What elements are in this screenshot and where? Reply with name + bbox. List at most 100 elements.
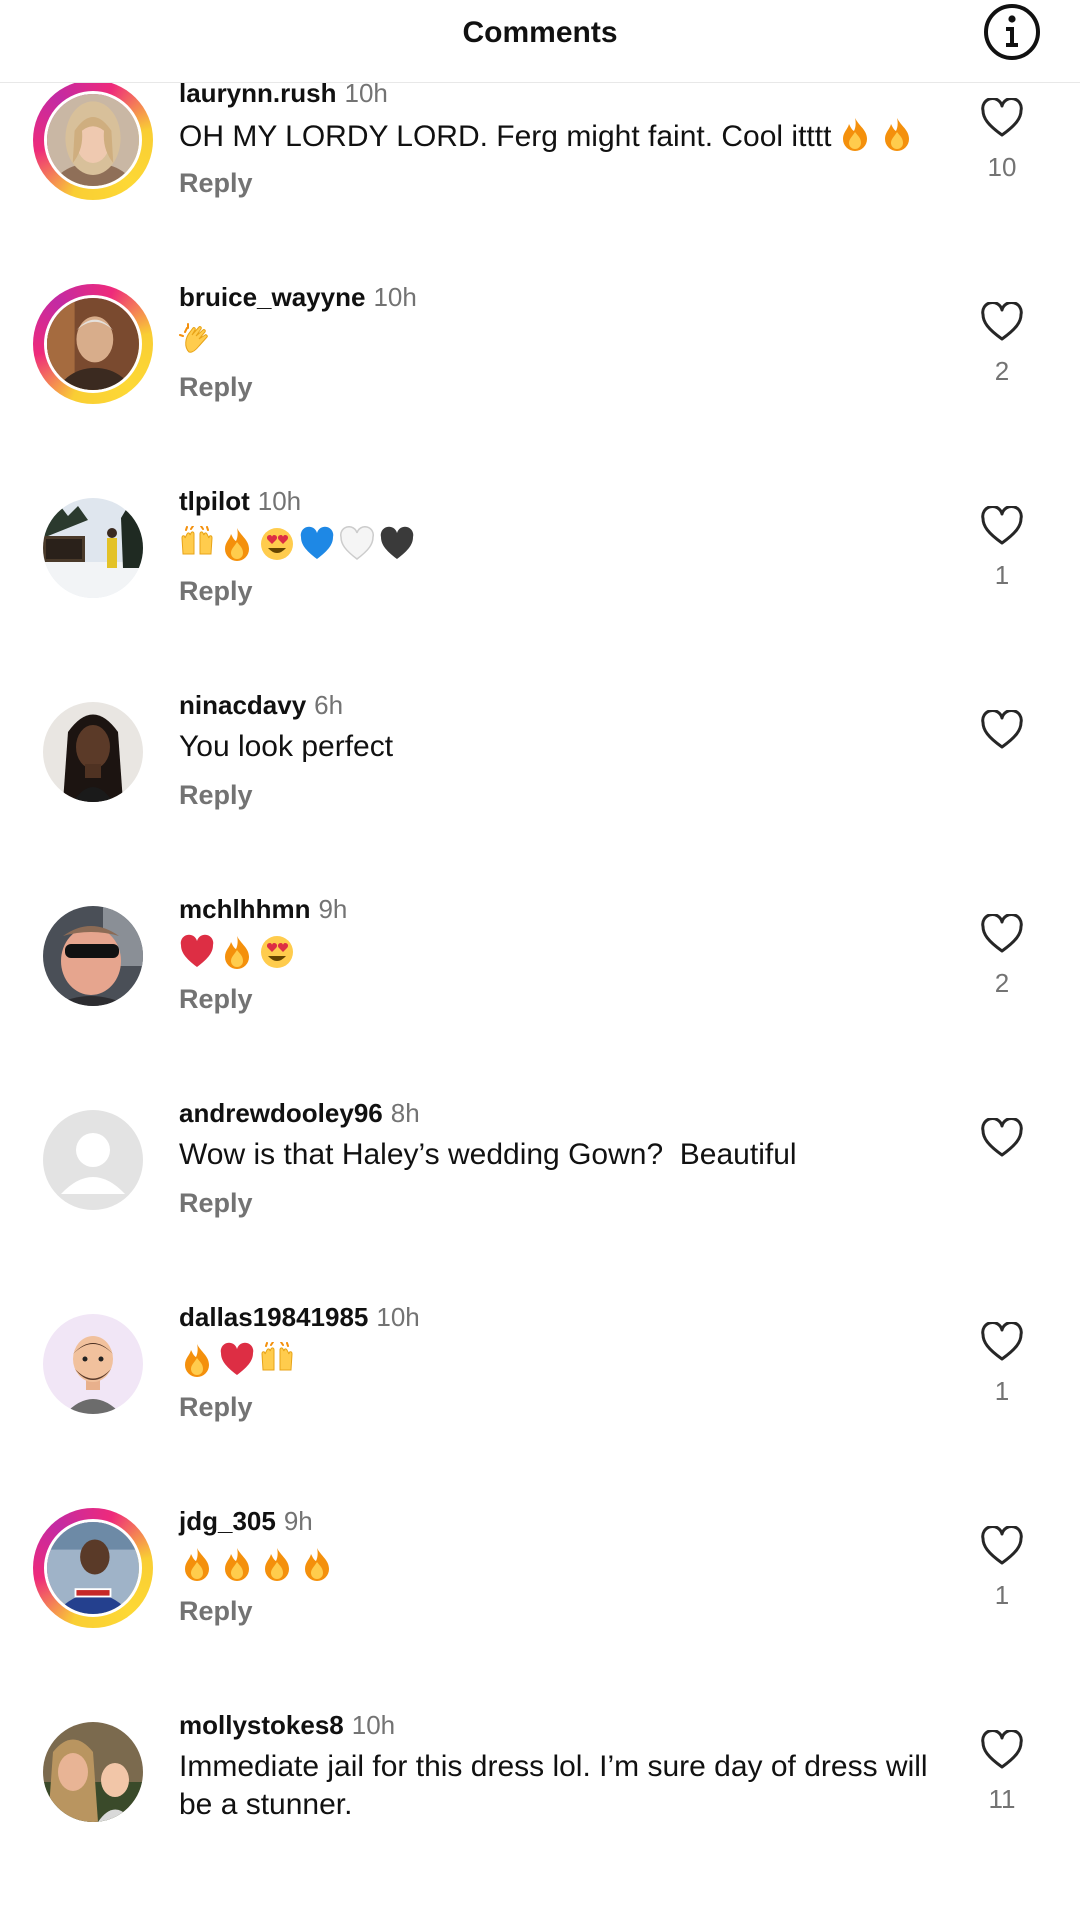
heart-icon[interactable] — [980, 1526, 1024, 1566]
avatar — [43, 906, 143, 1006]
comment-username[interactable]: mchlhhmn — [179, 894, 310, 924]
comment-username[interactable]: tlpilot — [179, 486, 250, 516]
comment-item: dallas19841985 10h Reply 1 — [0, 1302, 1080, 1506]
like-control: 1 — [977, 1322, 1027, 1422]
fire-icon — [879, 116, 915, 152]
heart-eyes-icon — [259, 526, 295, 566]
comment-time: 10h — [351, 1710, 396, 1740]
avatar-story-ring[interactable] — [33, 284, 153, 404]
like-count: 1 — [994, 560, 1010, 590]
clapping-hands-icon — [179, 322, 215, 362]
avatar-story-ring[interactable] — [33, 80, 153, 200]
fire-icon — [179, 1546, 215, 1586]
heart-icon[interactable] — [980, 914, 1024, 954]
heart-eyes-icon — [259, 934, 295, 974]
avatar-frame[interactable] — [33, 1712, 153, 1832]
avatar — [43, 1722, 143, 1822]
comment-username[interactable]: dallas19841985 — [179, 1302, 368, 1332]
black-heart-icon — [379, 526, 415, 566]
heart-icon[interactable] — [980, 98, 1024, 138]
avatar-story-ring[interactable] — [33, 1508, 153, 1628]
info-icon[interactable] — [982, 2, 1042, 62]
fire-icon — [179, 1342, 215, 1382]
reply-button[interactable]: Reply — [179, 1390, 253, 1424]
like-control — [977, 710, 1027, 810]
fire-icon — [219, 526, 255, 566]
comment-item: mollystokes8 10h Immediate jail for this … — [0, 1710, 1080, 1914]
heart-icon[interactable] — [980, 506, 1024, 546]
comment-meta: bruice_wayyne 10h — [179, 280, 417, 314]
red-heart-icon — [179, 934, 215, 974]
reply-button[interactable]: Reply — [179, 370, 253, 404]
avatar — [44, 295, 142, 393]
heart-icon[interactable] — [980, 1118, 1024, 1158]
comment-item: laurynn.rush 10h OH MY LORDY LORD. Ferg m… — [0, 78, 1080, 282]
fire-icon — [299, 1546, 335, 1586]
comment-username[interactable]: bruice_wayyne — [179, 282, 365, 312]
avatar-frame[interactable] — [33, 692, 153, 812]
comment-item: bruice_wayyne 10h Reply 2 — [0, 282, 1080, 486]
like-count: 11 — [988, 1784, 1016, 1814]
emoji-row — [179, 1342, 295, 1382]
reply-button[interactable]: Reply — [179, 574, 253, 608]
avatar — [43, 1314, 143, 1414]
comment-username[interactable]: ninacdavy — [179, 690, 306, 720]
emoji-row — [179, 526, 415, 566]
emoji-row — [179, 322, 215, 362]
comment-meta: jdg_305 9h — [179, 1504, 313, 1538]
fire-icon — [837, 116, 873, 152]
avatar-frame[interactable] — [33, 1100, 153, 1220]
comment-time: 10h — [376, 1302, 420, 1332]
like-control: 1 — [977, 506, 1027, 606]
comment-item: tlpilot 10h Reply 1 — [0, 486, 1080, 690]
comment-time: 10h — [373, 282, 417, 312]
heart-icon[interactable] — [980, 1730, 1024, 1770]
heart-icon[interactable] — [980, 710, 1024, 750]
comment-meta: dallas19841985 10h — [179, 1300, 420, 1334]
avatar — [43, 1110, 143, 1210]
comment-time: 6h — [314, 690, 344, 720]
heart-icon[interactable] — [980, 1322, 1024, 1362]
avatar — [44, 91, 142, 189]
reply-button[interactable]: Reply — [179, 982, 253, 1016]
heart-icon[interactable] — [980, 302, 1024, 342]
comment-time: 10h — [257, 486, 302, 516]
blue-heart-icon — [299, 526, 335, 566]
like-control: 11 — [977, 1730, 1027, 1830]
fire-icon — [219, 1546, 255, 1586]
comment-text-body: OH MY LORDY LORD. Ferg might faint. Cool… — [179, 120, 832, 153]
like-control: 2 — [977, 302, 1027, 402]
raising-hands-icon — [179, 526, 215, 566]
comment-username[interactable]: andrewdooley96 — [179, 1098, 383, 1128]
like-count: 1 — [994, 1376, 1010, 1406]
comment-time: 9h — [318, 894, 348, 924]
reply-button[interactable]: Reply — [179, 1186, 253, 1220]
comment-text: Wow is that Haley’s wedding Gown? Beauti… — [179, 1138, 797, 1171]
comment-item: jdg_305 9h Reply 1 — [0, 1506, 1080, 1710]
avatar-frame[interactable] — [33, 488, 153, 608]
comments-list: laurynn.rush 10h OH MY LORDY LORD. Ferg m… — [0, 0, 1080, 1855]
comment-meta: mchlhhmn 9h — [179, 892, 347, 926]
comment-username[interactable]: mollystokes8 — [179, 1710, 344, 1740]
white-heart-icon — [339, 526, 375, 566]
fire-icon — [259, 1546, 295, 1586]
fire-icon — [219, 934, 255, 974]
like-count: 2 — [994, 968, 1010, 998]
comment-meta: mollystokes8 10h — [179, 1708, 395, 1742]
like-control — [977, 1118, 1027, 1218]
emoji-row — [179, 1546, 335, 1586]
reply-button[interactable]: Reply — [179, 166, 253, 200]
comment-meta: tlpilot 10h — [179, 484, 301, 518]
avatar-frame[interactable] — [33, 1304, 153, 1424]
avatar-frame[interactable] — [33, 896, 153, 1016]
comment-text: OH MY LORDY LORD. Ferg might faint. Cool… — [179, 116, 939, 156]
red-heart-icon — [219, 1342, 255, 1382]
reply-button[interactable]: Reply — [179, 1594, 253, 1628]
comment-username[interactable]: jdg_305 — [179, 1506, 276, 1536]
comment-text: Immediate jail for this dress lol. I’m s… — [179, 1750, 928, 1821]
like-control: 10 — [977, 98, 1027, 198]
comment-meta: ninacdavy 6h — [179, 688, 343, 722]
like-count: 10 — [987, 152, 1017, 182]
emoji-row — [179, 934, 295, 974]
reply-button[interactable]: Reply — [179, 778, 253, 812]
